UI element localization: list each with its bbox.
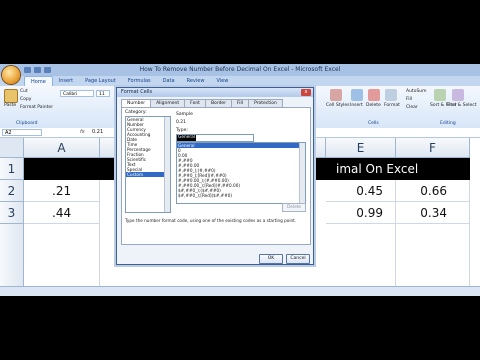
type-label: Type:	[176, 128, 188, 133]
office-button[interactable]	[2, 66, 20, 84]
insert-icon[interactable]	[351, 89, 363, 101]
copy-button[interactable]: Copy	[20, 97, 31, 102]
format-code-list[interactable]: General 0 0.00 #,##0 #,##0.00 #,##0_);(#…	[176, 142, 306, 204]
cancel-button[interactable]: Cancel	[286, 254, 310, 264]
tab-alignment[interactable]: Alignment	[150, 99, 186, 107]
dialog-title-bar: Format Cells x	[117, 88, 313, 97]
clipboard-group-label: Clipboard	[16, 121, 38, 126]
type-input-value: General	[177, 135, 196, 141]
column-header-f[interactable]: F	[396, 138, 470, 158]
sample-value: 0.21	[176, 120, 187, 125]
format-button[interactable]: Format	[384, 103, 400, 108]
cell-a3[interactable]: .44	[24, 202, 100, 224]
format-item[interactable]: $#,##0_);[Red]($#,##0)	[177, 193, 305, 198]
tab-fill[interactable]: Fill	[231, 99, 250, 107]
find-select-icon[interactable]	[452, 89, 464, 101]
tab-view[interactable]: View	[210, 76, 234, 86]
format-icon[interactable]	[385, 89, 397, 101]
select-all-corner[interactable]	[0, 138, 24, 158]
fx-icon[interactable]: fx	[80, 129, 85, 135]
row-header-3[interactable]: 3	[0, 202, 24, 224]
column-header-a[interactable]: A	[24, 138, 100, 158]
tab-number[interactable]: Number	[121, 99, 152, 107]
delete-icon[interactable]	[368, 89, 380, 101]
autosum-button[interactable]: AutoSum	[406, 89, 427, 94]
cells-group-label: Cells	[368, 121, 379, 126]
column-header-e[interactable]: E	[326, 138, 396, 158]
category-scrollbar[interactable]	[164, 117, 170, 212]
title-row-text: imal On Excel	[336, 162, 419, 176]
title-bar: How To Remove Number Before Decimal On E…	[0, 64, 480, 76]
tab-home[interactable]: Home	[24, 76, 53, 86]
formula-input[interactable]: 0.21	[92, 129, 103, 135]
find-select-button[interactable]: Find & Select	[447, 103, 476, 108]
quick-access-toolbar	[24, 67, 51, 73]
format-list-scrollbar[interactable]	[299, 143, 305, 203]
cell-e3[interactable]: 0.99	[326, 202, 396, 224]
save-icon[interactable]	[24, 67, 31, 73]
delete-format-button[interactable]: Delete	[282, 203, 306, 212]
type-input[interactable]: General	[176, 134, 254, 142]
row-header-1[interactable]: 1	[0, 158, 24, 180]
ok-button[interactable]: OK	[259, 254, 283, 264]
window-title: How To Remove Number Before Decimal On E…	[139, 66, 341, 73]
cut-button[interactable]: Cut	[20, 89, 28, 94]
cell-a2[interactable]: .21	[24, 180, 100, 202]
undo-icon[interactable]	[34, 67, 41, 73]
tab-protection[interactable]: Protection	[248, 99, 283, 107]
format-painter-button[interactable]: Format Painter	[20, 105, 53, 110]
insert-button[interactable]: Insert	[350, 103, 363, 108]
sample-label: Sample	[176, 112, 193, 117]
clear-button[interactable]: Clear	[406, 105, 418, 110]
tab-font[interactable]: Font	[184, 99, 206, 107]
category-list[interactable]: General Number Currency Accounting Date …	[125, 116, 171, 213]
dialog-tabs: Number Alignment Font Border Fill Protec…	[121, 99, 283, 107]
tab-insert[interactable]: Insert	[53, 76, 79, 86]
ribbon-tab-bar: Home Insert Page Layout Formulas Data Re…	[0, 76, 480, 86]
dialog-title: Format Cells	[121, 89, 153, 95]
sheet-tab-bar	[0, 286, 480, 296]
fill-button[interactable]: Fill	[406, 97, 412, 102]
font-name-select[interactable]: Calibri	[60, 90, 94, 97]
redo-icon[interactable]	[44, 67, 51, 73]
format-hint-text: Type the number format code, using one o…	[125, 218, 297, 223]
close-button[interactable]: x	[301, 89, 311, 96]
tab-border[interactable]: Border	[204, 99, 233, 107]
paste-icon[interactable]	[4, 89, 18, 103]
tab-data[interactable]: Data	[157, 76, 181, 86]
sort-filter-icon[interactable]	[434, 89, 446, 101]
cell-f3[interactable]: 0.34	[396, 202, 470, 224]
number-tab-panel: Category: General Number Currency Accoun…	[121, 107, 311, 245]
category-label: Category:	[125, 110, 147, 115]
cell-e2[interactable]: 0.45	[326, 180, 396, 202]
format-cells-dialog: Format Cells x Number Alignment Font Bor…	[116, 87, 314, 265]
cell-styles-button[interactable]: Cell Styles	[326, 103, 350, 108]
name-box[interactable]: A2	[2, 129, 42, 136]
font-size-select[interactable]: 11	[96, 90, 110, 97]
delete-button[interactable]: Delete	[366, 103, 381, 108]
tab-formulas[interactable]: Formulas	[122, 76, 157, 86]
cell-styles-icon[interactable]	[330, 89, 342, 101]
tab-page-layout[interactable]: Page Layout	[79, 76, 122, 86]
tab-review[interactable]: Review	[181, 76, 211, 86]
paste-button[interactable]: Paste	[4, 103, 16, 108]
cell-f2[interactable]: 0.66	[396, 180, 470, 202]
editing-group-label: Editing	[440, 121, 456, 126]
row-header-2[interactable]: 2	[0, 180, 24, 202]
